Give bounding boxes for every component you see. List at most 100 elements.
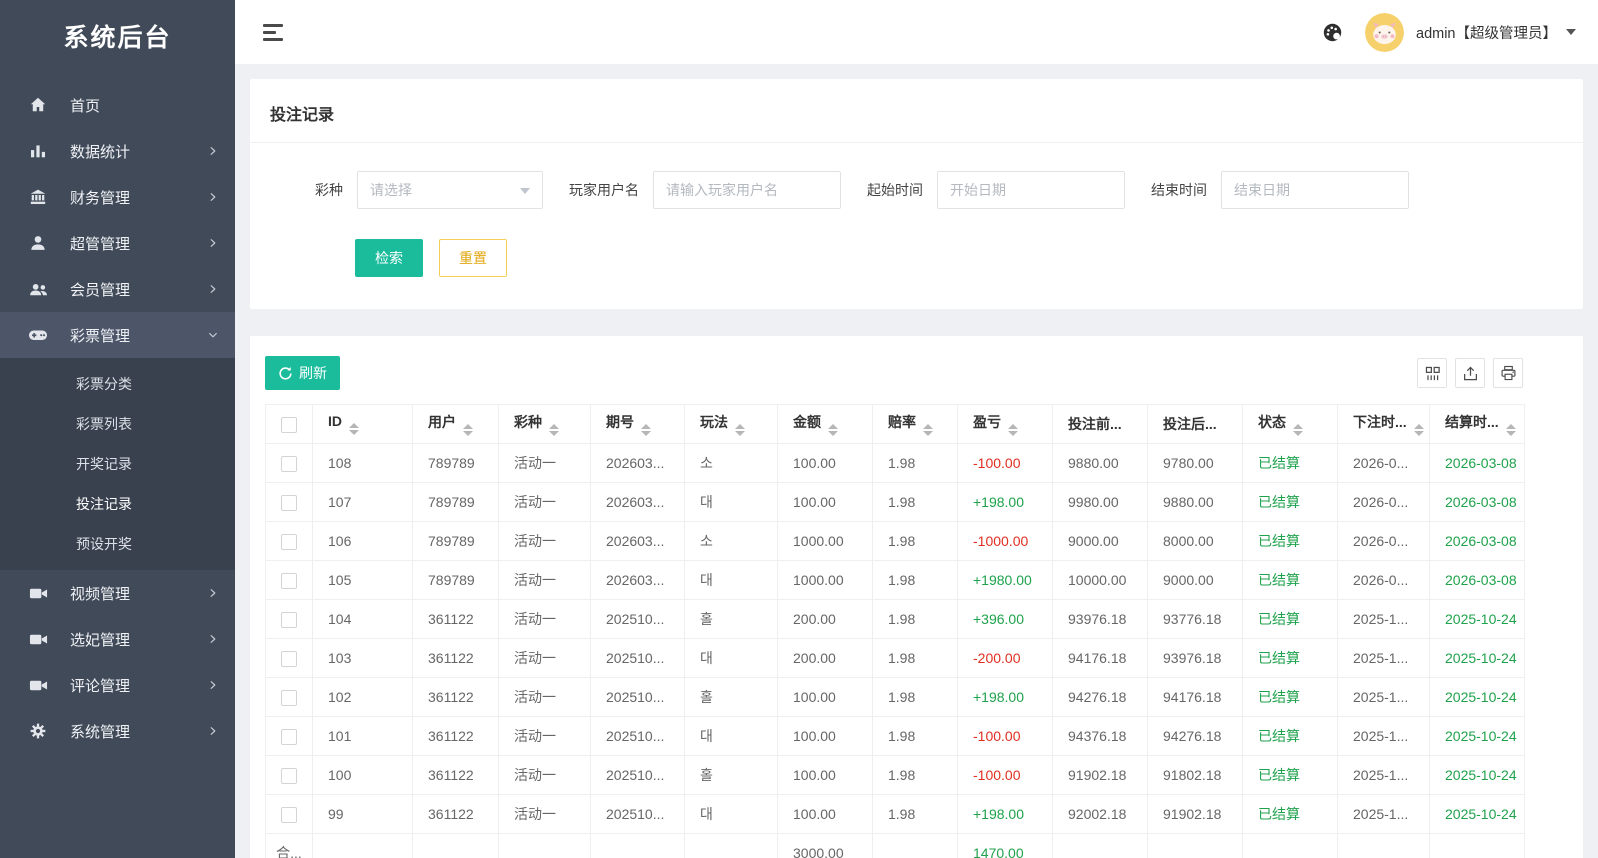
sidebar-item-home[interactable]: 首页	[0, 82, 235, 128]
cell-lottery: 活动一	[498, 755, 591, 795]
row-select-cell	[265, 638, 313, 678]
chart-icon	[28, 141, 48, 161]
cell-settle_time: 2026-03-08	[1429, 482, 1525, 522]
user-menu[interactable]: admin【超级管理员】	[1416, 22, 1557, 43]
column-header-play[interactable]: 玩法	[684, 404, 778, 444]
start-date-input[interactable]	[937, 171, 1125, 209]
avatar[interactable]	[1365, 12, 1404, 52]
column-header-status[interactable]: 状态	[1242, 404, 1338, 444]
submenu-item-1[interactable]: 彩票列表	[0, 404, 235, 444]
sidebar-item-system[interactable]: 系统管理	[0, 708, 235, 754]
cell-id: 106	[312, 521, 413, 561]
sidebar-item-admins[interactable]: 超管管理	[0, 220, 235, 266]
sidebar-item-finance[interactable]: 财务管理	[0, 174, 235, 220]
sidebar-item-video[interactable]: 视频管理	[0, 570, 235, 616]
sort-icon[interactable]	[735, 424, 745, 436]
cell-id: 101	[312, 716, 413, 756]
row-checkbox[interactable]	[281, 806, 297, 823]
submenu-item-0[interactable]: 彩票分类	[0, 364, 235, 404]
cell-bet_time: 2026-0...	[1337, 482, 1430, 522]
sort-icon[interactable]	[828, 424, 838, 436]
sort-icon[interactable]	[923, 424, 933, 436]
sort-icon[interactable]	[641, 424, 651, 436]
cell-after: 91802.18	[1147, 755, 1243, 795]
column-label: 期号	[606, 414, 634, 430]
column-label: 盈亏	[973, 414, 1001, 430]
sort-icon[interactable]	[349, 423, 359, 435]
cell-amount: 100.00	[777, 716, 873, 756]
row-checkbox[interactable]	[281, 572, 297, 589]
column-header-id[interactable]: ID	[312, 404, 413, 444]
chevron-right-icon	[207, 633, 219, 645]
cell-odds: 1.98	[872, 794, 958, 834]
cell-issue: 202603...	[590, 443, 685, 483]
column-header-user[interactable]: 用户	[412, 404, 499, 444]
column-label: 下注时...	[1353, 414, 1407, 430]
column-header-profit[interactable]: 盈亏	[957, 404, 1053, 444]
summary-cell-amount: 3000.00	[777, 833, 873, 858]
summary-cell-bet_time	[1337, 833, 1430, 858]
print-button[interactable]	[1493, 358, 1523, 388]
submenu-item-3[interactable]: 投注记录	[0, 484, 235, 524]
sort-icon[interactable]	[549, 424, 559, 436]
sort-icon[interactable]	[1293, 424, 1303, 436]
cell-bet_time: 2026-0...	[1337, 560, 1430, 600]
row-select-cell	[265, 794, 313, 834]
cell-play: 홀	[684, 755, 778, 795]
reset-button[interactable]: 重置	[439, 239, 507, 277]
row-checkbox[interactable]	[281, 689, 297, 706]
column-header-amount[interactable]: 金额	[777, 404, 873, 444]
sort-icon[interactable]	[1413, 424, 1424, 436]
sidebar-item-lottery[interactable]: 彩票管理	[0, 312, 235, 358]
sort-icon[interactable]	[1505, 424, 1516, 436]
table-row: 104 361122 活动一 202510... 홀 200.00 1.98 +396.00 9…	[265, 599, 1525, 639]
columns-filter-button[interactable]	[1417, 358, 1447, 388]
submenu-item-4[interactable]: 预设开奖	[0, 524, 235, 564]
end-time-filter-group: 结束时间	[1151, 171, 1409, 209]
column-header-lottery[interactable]: 彩种	[498, 404, 591, 444]
row-checkbox[interactable]	[281, 533, 297, 550]
cell-after: 91902.18	[1147, 794, 1243, 834]
column-header-settle_time[interactable]: 结算时...	[1429, 404, 1525, 444]
export-icon	[1462, 365, 1479, 382]
sidebar-item-concubine[interactable]: 选妃管理	[0, 616, 235, 662]
export-button[interactable]	[1455, 358, 1485, 388]
sort-icon[interactable]	[463, 424, 473, 436]
column-label: 状态	[1258, 414, 1286, 430]
sidebar-item-comments[interactable]: 评论管理	[0, 662, 235, 708]
column-header-bet_time[interactable]: 下注时...	[1337, 404, 1430, 444]
cell-settle_time: 2026-03-08	[1429, 443, 1525, 483]
submenu-item-2[interactable]: 开奖记录	[0, 444, 235, 484]
summary-cell-play	[684, 833, 778, 858]
row-checkbox[interactable]	[281, 767, 297, 784]
cell-amount: 100.00	[777, 794, 873, 834]
palette-icon[interactable]	[1322, 22, 1343, 43]
sidebar-item-stats[interactable]: 数据统计	[0, 128, 235, 174]
lottery-select[interactable]: 请选择	[357, 171, 543, 209]
end-date-input[interactable]	[1221, 171, 1409, 209]
cell-profit: -200.00	[957, 638, 1053, 678]
row-checkbox[interactable]	[281, 650, 297, 667]
sidebar-item-members[interactable]: 会员管理	[0, 266, 235, 312]
search-button[interactable]: 检索	[355, 239, 423, 277]
select-all-checkbox[interactable]	[281, 416, 297, 433]
summary-cell-settle_time	[1429, 833, 1525, 858]
cell-lottery: 活动一	[498, 482, 591, 522]
chevron-down-icon	[207, 329, 219, 341]
hamburger-menu-icon[interactable]	[261, 20, 285, 45]
refresh-button[interactable]: 刷新	[265, 356, 340, 390]
cell-id: 104	[312, 599, 413, 639]
username-input[interactable]	[653, 171, 841, 209]
sidebar-item-label: 数据统计	[70, 143, 131, 161]
row-checkbox[interactable]	[281, 494, 297, 511]
chevron-right-icon	[207, 191, 219, 203]
sort-icon[interactable]	[1008, 424, 1018, 436]
cell-play: 대	[684, 638, 778, 678]
cell-lottery: 活动一	[498, 521, 591, 561]
column-header-odds[interactable]: 赔率	[872, 404, 958, 444]
end-time-label: 结束时间	[1151, 182, 1207, 198]
row-checkbox[interactable]	[281, 611, 297, 628]
row-checkbox[interactable]	[281, 455, 297, 472]
column-header-issue[interactable]: 期号	[590, 404, 685, 444]
row-checkbox[interactable]	[281, 728, 297, 745]
